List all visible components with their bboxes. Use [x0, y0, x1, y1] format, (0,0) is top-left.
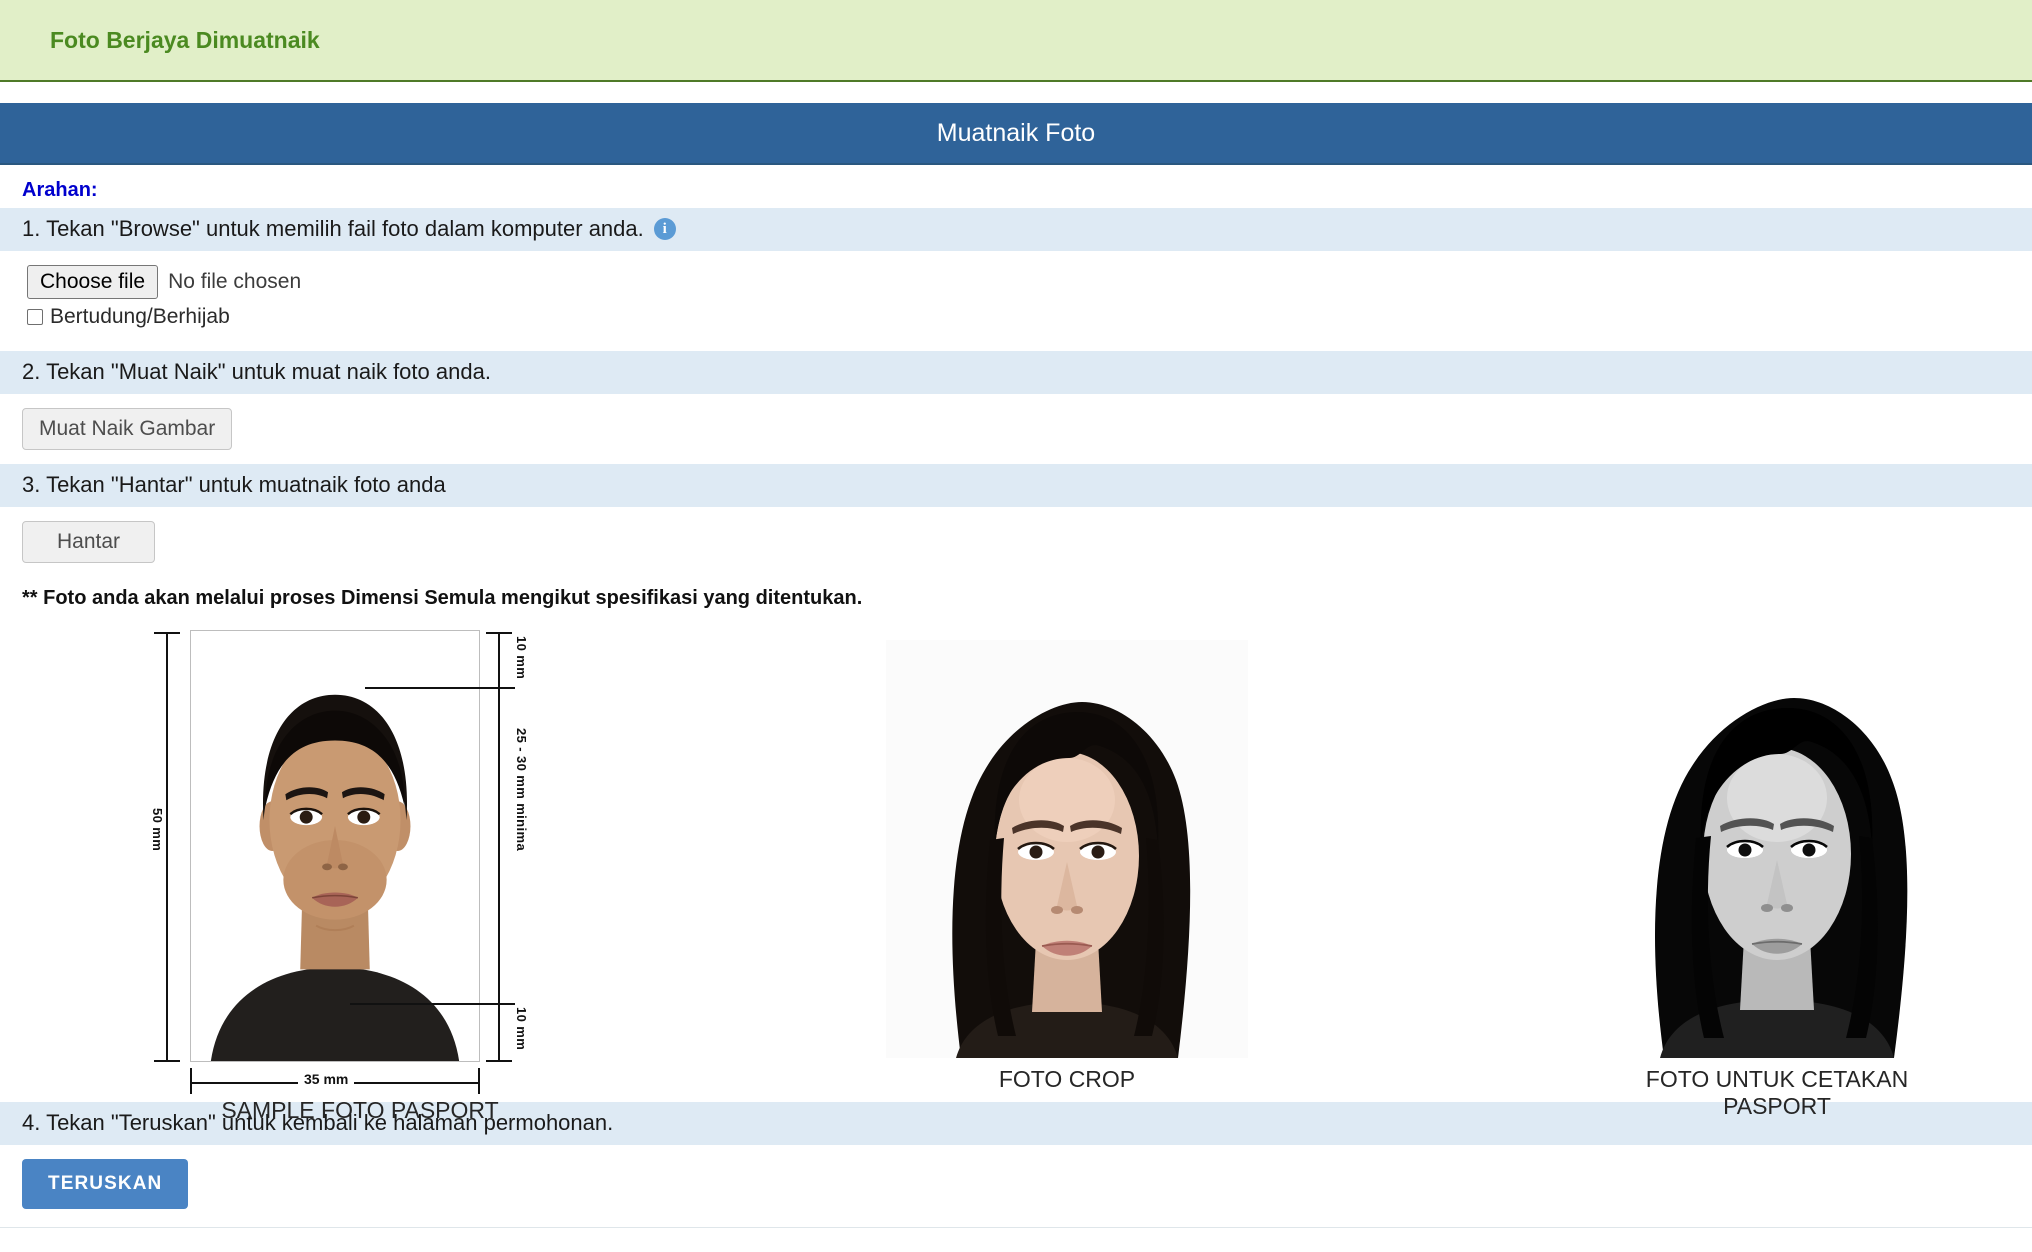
height-dimension-label: 50 mm — [150, 808, 165, 852]
submit-button[interactable]: Hantar — [22, 521, 156, 563]
crown-leader-line — [365, 687, 515, 689]
instruction-step-3-text: 3. Tekan "Hantar" untuk muatnaik foto an… — [22, 472, 446, 497]
instruction-step-2: 2. Tekan "Muat Naik" untuk muat naik fot… — [0, 351, 2032, 394]
top-margin-dimension-line — [498, 632, 500, 689]
instructions-heading: Arahan: — [22, 179, 98, 201]
print-photo-image — [1596, 640, 1958, 1058]
width-tick-right — [478, 1068, 480, 1094]
width-tick-left — [190, 1068, 192, 1094]
file-input-row: Choose file No file chosen — [0, 251, 2032, 299]
page-titlebar: Muatnaik Foto — [0, 103, 2032, 165]
top-margin-label: 10 mm — [514, 636, 529, 680]
info-icon[interactable]: i — [653, 218, 676, 240]
sample-photo-image — [190, 630, 480, 1062]
success-banner-message: Foto Berjaya Dimuatnaik — [50, 26, 320, 53]
page-title: Muatnaik Foto — [936, 118, 1096, 147]
continue-button[interactable]: TERUSKAN — [22, 1159, 189, 1209]
success-banner: Foto Berjaya Dimuatnaik — [0, 0, 2032, 82]
photo-preview-strip: 50 mm 35 mm 10 mm 25 - 30 mm minima 10 m… — [0, 622, 2032, 1123]
bottom-margin-tick-top — [486, 1003, 512, 1005]
upload-button-row: Muat Naik Gambar — [0, 394, 2032, 464]
upload-image-button[interactable]: Muat Naik Gambar — [22, 408, 233, 450]
hijab-checkbox-row: Bertudung/Berhijab — [0, 299, 2032, 329]
hijab-checkbox-label: Bertudung/Berhijab — [50, 305, 230, 328]
sample-face-illustration — [191, 631, 479, 1061]
instruction-step-3: 3. Tekan "Hantar" untuk muatnaik foto an… — [0, 464, 2032, 507]
bottom-margin-tick-bottom — [486, 1060, 512, 1062]
sample-photo-caption: SAMPLE FOTO PASPORT — [221, 1097, 499, 1123]
choose-file-button[interactable]: Choose file — [27, 265, 159, 299]
bottom-divider — [0, 1227, 2032, 1228]
width-dimension-label: 35 mm — [298, 1071, 355, 1087]
cropped-photo-preview: FOTO CROP — [886, 640, 1248, 1093]
titlebar-container: Muatnaik Foto — [0, 82, 2032, 165]
cropped-photo-caption: FOTO CROP — [998, 1066, 1136, 1092]
print-face-illustration — [1596, 640, 1958, 1058]
bottom-margin-label: 10 mm — [514, 1007, 529, 1051]
continue-button-row: TERUSKAN — [0, 1145, 2032, 1223]
instruction-step-1: 1. Tekan "Browse" untuk memilih fail fot… — [0, 208, 2032, 251]
resize-note: ** Foto anda akan melalui proses Dimensi… — [22, 587, 863, 609]
print-photo-caption: FOTO UNTUK CETAKAN PASPORT — [1645, 1066, 1909, 1119]
main-content: Arahan: 1. Tekan "Browse" untuk memilih … — [0, 165, 2032, 1228]
height-tick-top — [154, 632, 180, 634]
submit-button-row: Hantar — [0, 507, 2032, 577]
instruction-step-2-text: 2. Tekan "Muat Naik" untuk muat naik fot… — [22, 359, 491, 384]
hijab-checkbox[interactable] — [27, 309, 43, 325]
height-tick-bottom — [154, 1060, 180, 1062]
top-margin-tick-top — [486, 632, 512, 634]
instruction-step-1-text: 1. Tekan "Browse" untuk memilih fail fot… — [22, 216, 644, 241]
face-height-dimension-line — [498, 687, 500, 1003]
file-status-text: No file chosen — [168, 270, 302, 293]
spacer — [0, 329, 2032, 351]
face-height-label: 25 - 30 mm minima — [514, 728, 529, 852]
height-dimension-line — [166, 632, 168, 1062]
print-photo-preview: FOTO UNTUK CETAKAN PASPORT — [1596, 640, 1958, 1120]
bottom-margin-dimension-line — [498, 1003, 500, 1060]
crop-face-illustration — [886, 640, 1248, 1058]
cropped-photo-image — [886, 640, 1248, 1058]
sample-photo-diagram: 50 mm 35 mm 10 mm 25 - 30 mm minima 10 m… — [150, 630, 570, 1123]
